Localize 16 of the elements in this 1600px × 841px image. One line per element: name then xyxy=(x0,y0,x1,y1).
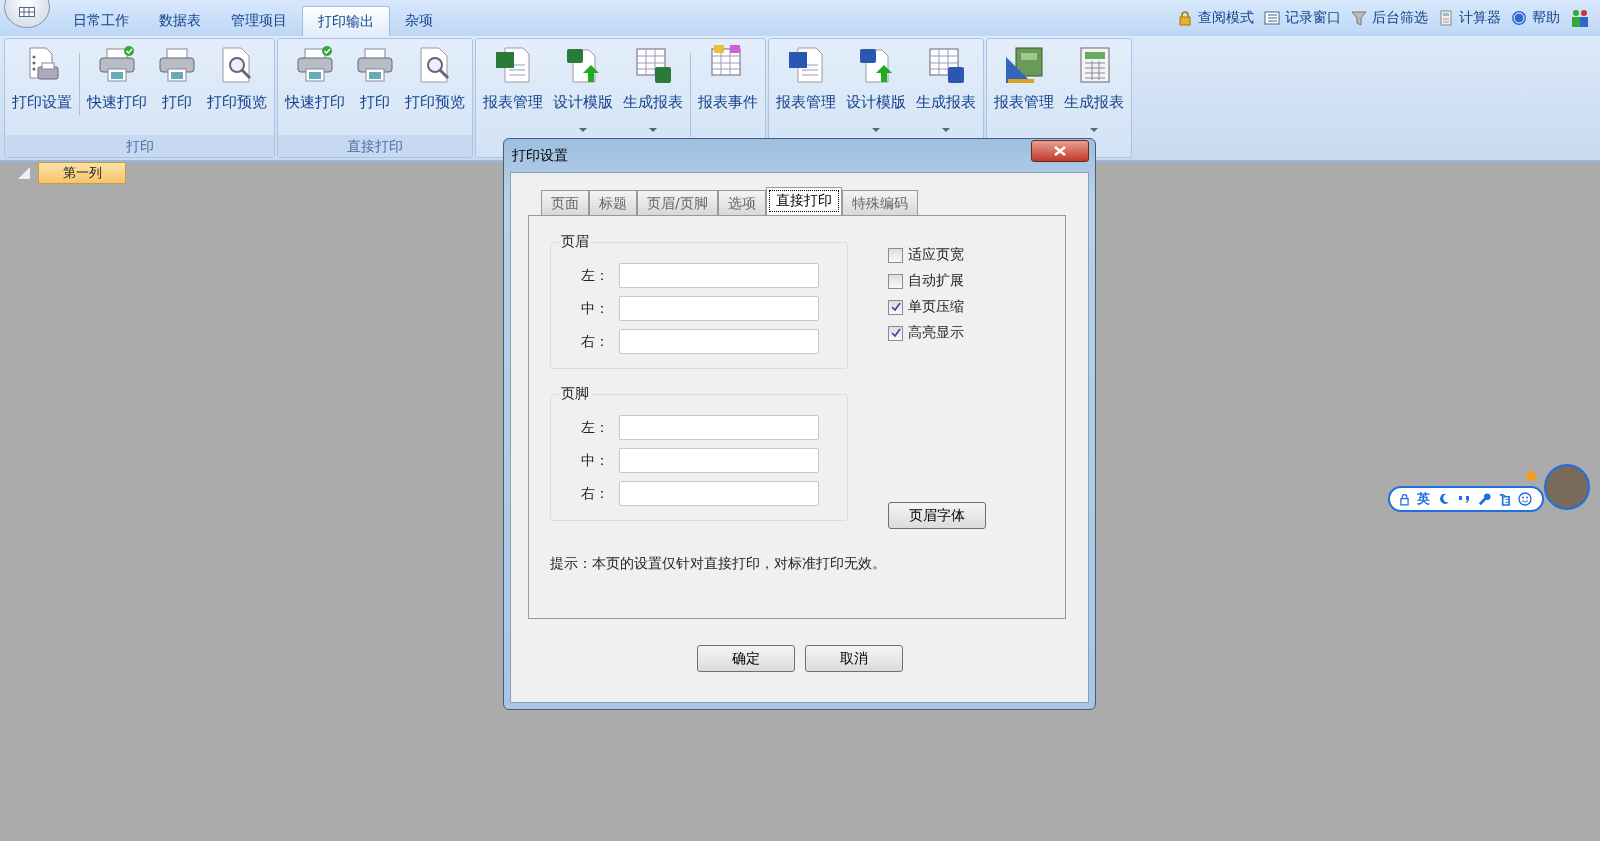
field-label: 左： xyxy=(581,266,607,285)
group-label: 打印 xyxy=(5,135,274,157)
checkbox-label: 适应页宽 xyxy=(908,246,964,264)
checkbox-label: 自动扩展 xyxy=(908,272,964,290)
checkbox-label: 高亮显示 xyxy=(908,324,964,342)
field-label: 左： xyxy=(581,418,607,437)
group-title: 页眉 xyxy=(559,233,591,251)
checkbox-label: 单页压缩 xyxy=(908,298,964,316)
field-label: 中： xyxy=(581,451,607,470)
field-label: 右： xyxy=(581,332,607,351)
dialog-title: 打印设置 xyxy=(512,146,568,165)
field-label: 右： xyxy=(581,484,607,503)
hint-text: 提示：本页的设置仅针对直接打印，对标准打印无效。 xyxy=(550,555,887,573)
group-label: 直接打印 xyxy=(278,135,472,157)
field-label: 中： xyxy=(581,299,607,318)
group-title: 页脚 xyxy=(559,385,591,403)
